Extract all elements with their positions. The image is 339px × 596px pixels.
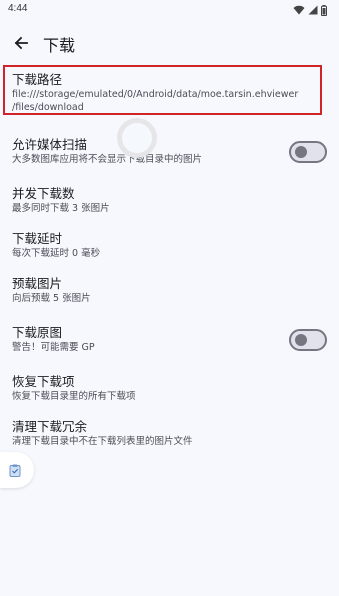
battery-icon — [321, 4, 327, 16]
switch-thumb — [295, 146, 307, 158]
download-original-switch[interactable] — [289, 329, 327, 351]
page-title: 下载 — [43, 36, 76, 55]
setting-title: 并发下载数 — [12, 186, 75, 201]
status-time: 4:44 — [8, 3, 28, 14]
loading-spinner — [117, 118, 157, 158]
status-icons — [293, 4, 327, 16]
setting-summary: 向后预载 5 张图片 — [12, 293, 91, 304]
setting-summary: 警告！可能需要 GP — [12, 342, 95, 353]
setting-restore-downloads[interactable]: 恢复下载项 恢复下载目录里的所有下载项 — [12, 374, 327, 403]
setting-download-original[interactable]: 下载原图 警告！可能需要 GP — [12, 325, 327, 354]
setting-title: 预载图片 — [12, 276, 63, 291]
signal-icon — [308, 5, 318, 15]
setting-download-delay[interactable]: 下载延时 每次下载延时 0 毫秒 — [12, 231, 327, 260]
setting-download-path[interactable]: 下载路径 file:///storage/emulated/0/Android/… — [12, 72, 327, 114]
wifi-icon — [293, 5, 305, 15]
status-bar: 4:44 — [0, 0, 339, 20]
clipboard-icon — [9, 464, 21, 477]
setting-summary: 大多数图库应用将不会显示下载目录中的图片 — [12, 154, 203, 165]
setting-title: 下载原图 — [12, 325, 63, 340]
setting-preload-images[interactable]: 预载图片 向后预载 5 张图片 — [12, 276, 327, 305]
switch-thumb — [295, 334, 307, 346]
media-scan-switch[interactable] — [289, 141, 327, 163]
setting-summary: file:///storage/emulated/0/Android/data/… — [12, 89, 299, 100]
setting-concurrent-downloads[interactable]: 并发下载数 最多同时下载 3 张图片 — [12, 186, 327, 215]
setting-media-scan[interactable]: 允许媒体扫描 大多数图库应用将不会显示下载目录中的图片 — [12, 137, 327, 166]
back-button[interactable] — [8, 30, 34, 56]
setting-summary-continued: /files/download — [12, 102, 84, 113]
setting-title: 下载路径 — [12, 72, 63, 87]
side-floating-tab[interactable] — [0, 452, 34, 488]
setting-title: 清理下载冗余 — [12, 419, 88, 434]
setting-summary: 每次下载延时 0 毫秒 — [12, 248, 101, 259]
setting-summary: 最多同时下载 3 张图片 — [12, 203, 110, 214]
arrow-back-icon — [14, 36, 28, 50]
setting-title: 下载延时 — [12, 231, 63, 246]
setting-title: 允许媒体扫描 — [12, 137, 88, 152]
app-bar: 下载 — [0, 24, 339, 62]
setting-clean-redundancy[interactable]: 清理下载冗余 清理下载目录中不在下载列表里的图片文件 — [12, 419, 327, 448]
navigation-bar — [0, 590, 339, 596]
setting-summary: 恢复下载目录里的所有下载项 — [12, 391, 136, 402]
setting-summary: 清理下载目录中不在下载列表里的图片文件 — [12, 436, 193, 447]
setting-title: 恢复下载项 — [12, 374, 75, 389]
